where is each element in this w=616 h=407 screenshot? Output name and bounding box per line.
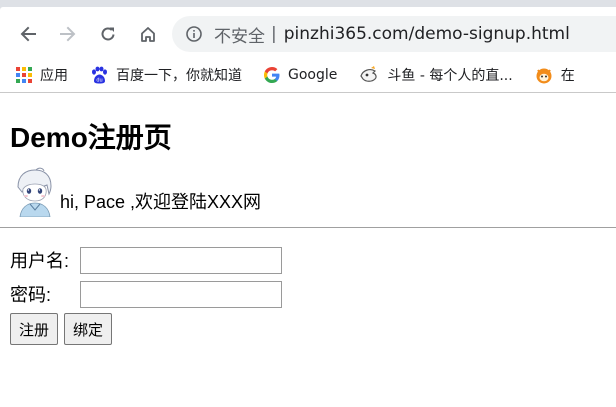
password-label: 密码:: [10, 285, 52, 305]
bookmark-label: 斗鱼 - 每个人的直...: [387, 68, 513, 84]
bookmark-apps[interactable]: 应用: [16, 65, 68, 85]
tab-strip: [0, 0, 616, 10]
bookmark-label: Google: [288, 67, 338, 83]
google-g-icon: [264, 67, 280, 83]
back-button[interactable]: [8, 14, 48, 54]
signup-form: 用户名: 密码: 注册 绑定: [10, 228, 616, 345]
register-button[interactable]: 注册: [10, 313, 59, 345]
browser-toolbar: 不安全 | pinzhi365.com/demo-signup.html: [0, 10, 616, 58]
bookmark-label: 百度一下，你就知道: [116, 68, 242, 84]
button-row: 注册 绑定: [10, 313, 616, 345]
orange-fox-icon: [535, 66, 553, 84]
arrow-right-icon: [60, 26, 76, 42]
forward-button[interactable]: [48, 14, 88, 54]
password-input[interactable]: [80, 280, 282, 308]
bookmark-google[interactable]: Google: [264, 67, 337, 83]
password-row: 密码:: [10, 277, 616, 311]
bind-button[interactable]: 绑定: [64, 313, 113, 345]
address-separator: |: [271, 24, 277, 44]
username-label: 用户名:: [10, 251, 70, 271]
reload-icon: [101, 27, 115, 41]
apps-grid-icon: [16, 67, 32, 83]
address-bar[interactable]: 不安全 | pinzhi365.com/demo-signup.html: [172, 16, 616, 52]
home-icon: [141, 27, 155, 42]
username-input[interactable]: [80, 246, 282, 274]
bookmark-label: 应用: [40, 68, 68, 84]
info-icon[interactable]: [186, 26, 202, 42]
douyu-fish-icon: [359, 66, 379, 84]
bookmark-partial[interactable]: 在: [535, 65, 575, 85]
reload-button[interactable]: [88, 14, 128, 54]
arrow-left-icon: [20, 26, 36, 42]
username-row: 用户名:: [10, 243, 616, 277]
url-text[interactable]: pinzhi365.com/demo-signup.html: [284, 24, 570, 44]
bookmarks-bar: 应用 du 百度一下，你就知道 Google 斗鱼 - 每个人的直... 在: [0, 58, 616, 93]
baidu-paw-icon: du: [90, 66, 108, 84]
svg-text:du: du: [96, 78, 102, 84]
browser-window: 不安全 | pinzhi365.com/demo-signup.html 应用 …: [0, 0, 616, 93]
bookmark-label: 在: [560, 68, 575, 84]
welcome-row: hi, Pace ,欢迎登陆XXX网: [10, 163, 616, 217]
bookmark-douyu[interactable]: 斗鱼 - 每个人的直...: [359, 65, 513, 85]
bookmark-baidu[interactable]: du 百度一下，你就知道: [90, 65, 242, 85]
security-label: 不安全: [214, 26, 265, 47]
home-button[interactable]: [128, 14, 168, 54]
welcome-message: hi, Pace ,欢迎登陆XXX网: [60, 192, 262, 212]
avatar: [10, 167, 58, 217]
page-title: Demo注册页: [10, 122, 172, 153]
page-content: Demo注册页 hi, Pace ,欢迎登陆XXX网 用户名: 密码: 注册 绑…: [0, 93, 616, 345]
